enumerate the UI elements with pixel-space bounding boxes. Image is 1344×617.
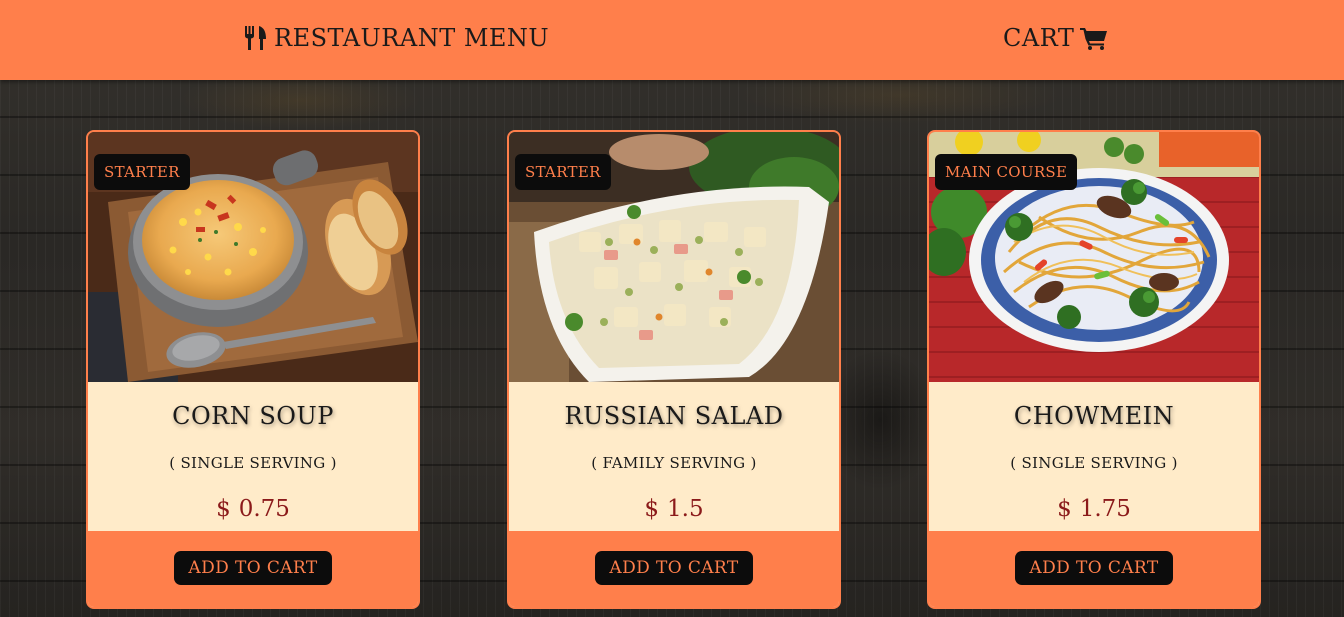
add-to-cart-button[interactable]: ADD TO CART — [1015, 551, 1173, 585]
menu-card-russian-salad: STARTER RUSSIAN SALAD ( FAMILY SERVING )… — [507, 130, 841, 609]
fork-knife-icon — [244, 25, 268, 51]
russian-salad-image: STARTER — [509, 132, 839, 382]
card-footer: ADD TO CART — [929, 531, 1259, 607]
brand-label: RESTAURANT MENU — [274, 24, 550, 52]
item-serving: ( SINGLE SERVING ) — [169, 454, 337, 472]
price-value: 1.5 — [667, 496, 704, 522]
currency-symbol: $ — [1057, 496, 1072, 522]
item-price: $ 1.5 — [509, 496, 839, 522]
price-value: 0.75 — [238, 496, 290, 522]
add-to-cart-button[interactable]: ADD TO CART — [174, 551, 332, 585]
category-badge: STARTER — [515, 154, 611, 190]
corn-soup-image: STARTER — [88, 132, 418, 382]
add-to-cart-button[interactable]: ADD TO CART — [595, 551, 753, 585]
item-name: CORN SOUP — [172, 402, 334, 430]
menu-card-chowmein: MAIN COURSE CHOWMEIN ( SINGLE SERVING ) … — [927, 130, 1261, 609]
card-footer: ADD TO CART — [88, 531, 418, 607]
item-price: $ 0.75 — [88, 496, 418, 522]
price-value: 1.75 — [1079, 496, 1131, 522]
item-name: CHOWMEIN — [1013, 402, 1175, 430]
top-navbar: RESTAURANT MENU CART — [0, 0, 1344, 80]
item-price: $ 1.75 — [929, 496, 1259, 522]
card-footer: ADD TO CART — [509, 531, 839, 607]
shopping-cart-icon — [1080, 26, 1108, 50]
item-name: RUSSIAN SALAD — [564, 402, 784, 430]
item-serving: ( FAMILY SERVING ) — [591, 454, 757, 472]
item-serving: ( SINGLE SERVING ) — [1010, 454, 1178, 472]
currency-symbol: $ — [216, 496, 231, 522]
cart-link[interactable]: CART — [1003, 22, 1108, 54]
menu-card-corn-soup: STARTER CORN SOUP ( SINGLE SERVING ) $ 0… — [86, 130, 420, 609]
cart-label: CART — [1003, 24, 1075, 52]
currency-symbol: $ — [644, 496, 660, 522]
category-badge: MAIN COURSE — [935, 154, 1078, 190]
category-badge: STARTER — [94, 154, 190, 190]
chowmein-image: MAIN COURSE — [929, 132, 1259, 382]
brand-logo[interactable]: RESTAURANT MENU — [244, 22, 549, 54]
